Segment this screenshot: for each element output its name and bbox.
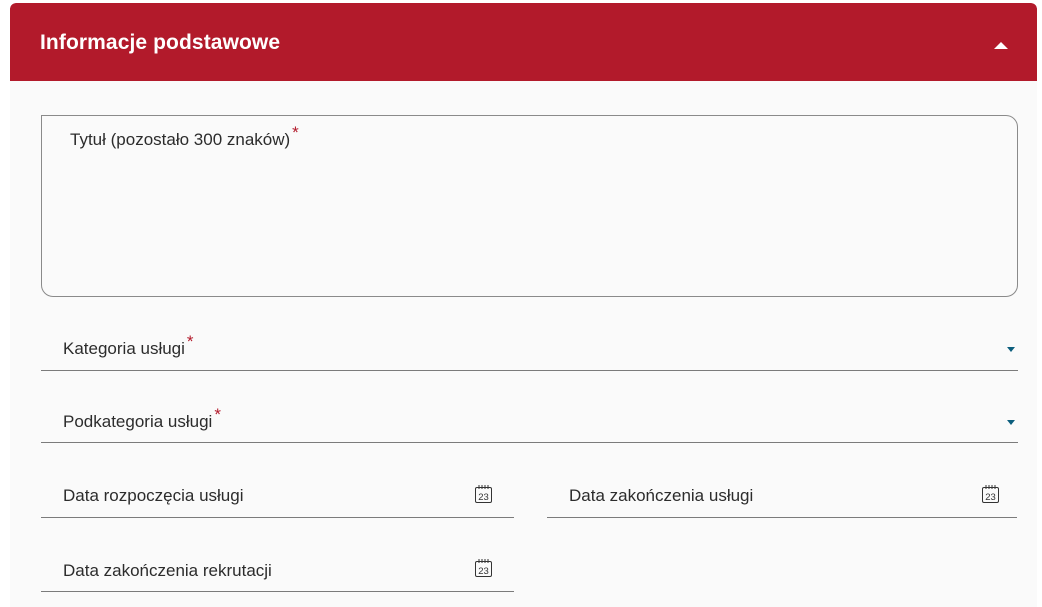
basic-info-panel: Informacje podstawowe Tytuł (pozostało 3… bbox=[10, 3, 1037, 607]
subcategory-select[interactable]: Podkategoria usługi * bbox=[41, 393, 1018, 443]
chevron-down-icon[interactable] bbox=[1007, 347, 1015, 352]
panel-header[interactable]: Informacje podstawowe bbox=[10, 3, 1037, 81]
recruitment-end-date-label: Data zakończenia rekrutacji bbox=[63, 561, 272, 580]
title-label: Tytuł (pozostało 300 znaków) * bbox=[70, 123, 299, 150]
recruitment-end-date-field[interactable]: Data zakończenia rekrutacji 23 bbox=[41, 543, 514, 592]
subcategory-label: Podkategoria usługi * bbox=[63, 405, 221, 432]
end-date-label: Data zakończenia usługi bbox=[569, 486, 754, 505]
calendar-day: 23 bbox=[985, 492, 996, 503]
calendar-icon[interactable]: 23 bbox=[981, 484, 1000, 504]
calendar-day: 23 bbox=[478, 492, 489, 503]
subcategory-label-text: Podkategoria usługi bbox=[63, 412, 213, 431]
required-mark: * bbox=[214, 405, 221, 424]
category-select[interactable]: Kategoria usługi * bbox=[41, 321, 1018, 371]
calendar-icon[interactable]: 23 bbox=[474, 558, 493, 578]
title-label-text: Tytuł (pozostało 300 znaków) bbox=[70, 130, 291, 149]
start-date-field[interactable]: Data rozpoczęcia usługi 23 bbox=[41, 469, 514, 518]
chevron-down-icon[interactable] bbox=[1007, 420, 1015, 425]
start-date-label: Data rozpoczęcia usługi bbox=[63, 486, 244, 505]
required-mark: * bbox=[292, 123, 299, 142]
category-label: Kategoria usługi * bbox=[63, 332, 194, 359]
title-textarea[interactable]: Tytuł (pozostało 300 znaków) * bbox=[41, 115, 1018, 297]
panel-title: Informacje podstawowe bbox=[40, 31, 281, 54]
required-mark: * bbox=[186, 332, 194, 351]
calendar-icon[interactable]: 23 bbox=[474, 484, 493, 504]
category-label-text: Kategoria usługi bbox=[63, 339, 185, 358]
end-date-field[interactable]: Data zakończenia usługi 23 bbox=[547, 469, 1017, 518]
caret-up-icon[interactable] bbox=[994, 42, 1008, 49]
calendar-day: 23 bbox=[478, 566, 489, 577]
